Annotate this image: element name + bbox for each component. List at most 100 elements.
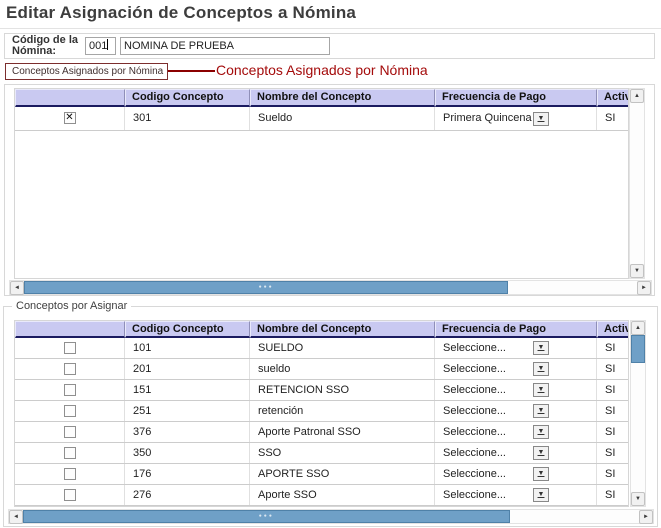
row-checkbox[interactable] (64, 342, 76, 354)
nombre-cell: SUELDO (250, 338, 435, 358)
scroll-thumb[interactable] (631, 335, 645, 363)
page-title: Editar Asignación de Conceptos a Nómina (6, 3, 356, 23)
frecuencia-cell: Seleccione... ▼ (435, 338, 597, 358)
combobox-value: Seleccione... (443, 464, 506, 484)
codigo-cell: 251 (125, 401, 250, 421)
nombre-cell: retención (250, 401, 435, 421)
scroll-left-button[interactable]: ◄ (10, 281, 24, 295)
nombre-cell: RETENCION SSO (250, 380, 435, 400)
select-cell: ✕ (15, 107, 125, 130)
header-activo: Activo (597, 89, 628, 107)
table-row: 376Aporte Patronal SSOSeleccione...▼SI (15, 422, 628, 443)
dropdown-arrow-icon[interactable]: ▼ (533, 425, 549, 439)
scroll-up-button[interactable]: ▲ (630, 89, 644, 103)
payroll-code-input[interactable]: 001 (85, 37, 116, 55)
frecuencia-combobox[interactable]: Primera Quincena▼ (443, 107, 549, 130)
scroll-down-button[interactable]: ▼ (630, 264, 644, 278)
row-checkbox[interactable] (64, 468, 76, 480)
frecuencia-combobox[interactable]: Seleccione...▼ (443, 401, 549, 421)
frecuencia-combobox[interactable]: Seleccione...▼ (443, 422, 549, 442)
combobox-value: Seleccione... (443, 338, 506, 358)
frecuencia-combobox[interactable]: Seleccione... ▼ (443, 338, 549, 358)
combobox-value: Seleccione... (443, 380, 506, 400)
frecuencia-cell: Seleccione...▼ (435, 422, 597, 442)
frecuencia-combobox[interactable]: Seleccione...▼ (443, 443, 549, 463)
header-codigo: Codigo Concepto (125, 89, 250, 107)
activo-cell: SI (597, 359, 628, 379)
vertical-scrollbar[interactable]: ▲ ▼ (629, 88, 645, 279)
row-checkbox[interactable] (64, 363, 76, 375)
scroll-thumb[interactable]: ●●● (23, 510, 510, 523)
text-caret (107, 39, 108, 50)
payroll-code-form: Código de la Nómina: 001 NOMINA DE PRUEB… (4, 33, 655, 59)
frecuencia-cell: Seleccione...▼ (435, 443, 597, 463)
vertical-scrollbar[interactable]: ▲ ▼ (630, 320, 646, 507)
activo-cell: SI (597, 464, 628, 484)
codigo-cell: 176 (125, 464, 250, 484)
table-row: 101SUELDOSeleccione...▼SI (15, 338, 628, 359)
row-checkbox[interactable] (64, 384, 76, 396)
down-arrow-icon: ▼ (635, 496, 641, 502)
frecuencia-cell: Seleccione...▼ (435, 401, 597, 421)
callout-connector-line (168, 70, 215, 72)
activo-cell: SI (597, 107, 628, 130)
grid-header-row: Codigo Concepto Nombre del Concepto Frec… (15, 89, 628, 107)
tab-conceptos-asignados[interactable]: Conceptos Asignados por Nómina (5, 63, 168, 80)
dropdown-arrow-icon[interactable]: ▼ (533, 383, 549, 397)
payroll-code-label: Código de la Nómina: (12, 35, 84, 57)
frecuencia-combobox[interactable]: Seleccione...▼ (443, 485, 549, 505)
up-arrow-icon: ▲ (634, 93, 640, 99)
scroll-track[interactable] (631, 335, 645, 492)
select-cell (15, 338, 125, 358)
dropdown-arrow-icon[interactable]: ▼ (533, 341, 549, 355)
scroll-right-button[interactable]: ► (639, 510, 653, 524)
select-cell (15, 401, 125, 421)
left-arrow-icon: ◄ (13, 514, 19, 520)
header-codigo: Codigo Concepto (125, 321, 250, 338)
select-cell (15, 443, 125, 463)
header-select (15, 321, 125, 338)
frecuencia-combobox[interactable]: Seleccione... ▼ (443, 380, 549, 400)
row-checkbox-checked[interactable]: ✕ (64, 112, 76, 124)
dropdown-arrow-icon[interactable]: ▼ (533, 467, 549, 481)
assigned-concepts-panel: Codigo Concepto Nombre del Concepto Frec… (4, 84, 655, 296)
frecuencia-combobox[interactable]: Seleccione... ▼ (443, 464, 549, 484)
scroll-down-button[interactable]: ▼ (631, 492, 645, 506)
dropdown-arrow-icon[interactable]: ▼ (533, 488, 549, 502)
scroll-thumb[interactable]: ●●● (24, 281, 508, 294)
frecuencia-cell: Seleccione... ▼ (435, 464, 597, 484)
table-row: 350SSOSeleccione...▼SI (15, 443, 628, 464)
scroll-left-button[interactable]: ◄ (9, 510, 23, 524)
grid-header-row: Codigo Concepto Nombre del Concepto Frec… (15, 321, 628, 338)
right-arrow-icon: ► (643, 514, 649, 520)
combobox-value: Seleccione... (443, 359, 506, 379)
frecuencia-combobox[interactable]: Seleccione... ▼ (443, 359, 549, 379)
codigo-cell: 276 (125, 485, 250, 505)
unassigned-concepts-fieldset: Conceptos por Asignar Codigo Concepto No… (3, 306, 658, 527)
row-checkbox[interactable] (64, 489, 76, 501)
nombre-cell: Aporte Patronal SSO (250, 422, 435, 442)
dropdown-arrow-icon[interactable]: ▼ (533, 404, 549, 418)
combobox-value: Primera Quincena (443, 107, 532, 130)
scroll-up-button[interactable]: ▲ (631, 321, 645, 335)
horizontal-scrollbar[interactable]: ◄ ●●● ► (9, 280, 652, 295)
scroll-track[interactable]: ●●● (24, 281, 637, 294)
payroll-name-input[interactable]: NOMINA DE PRUEBA (120, 37, 330, 55)
scroll-track[interactable] (630, 103, 644, 264)
assigned-concepts-grid: Codigo Concepto Nombre del Concepto Frec… (14, 88, 629, 279)
dropdown-arrow-icon[interactable]: ▼ (533, 362, 549, 376)
dropdown-arrow-icon[interactable]: ▼ (533, 112, 549, 126)
frecuencia-cell: Seleccione...▼ (435, 485, 597, 505)
scroll-track[interactable]: ●●● (23, 510, 639, 523)
horizontal-scrollbar[interactable]: ◄ ●●● ► (8, 509, 654, 524)
down-arrow-icon: ▼ (634, 268, 640, 274)
thumb-grip-icon: ●●● (259, 514, 274, 519)
row-checkbox[interactable] (64, 405, 76, 417)
unassigned-rows: 101SUELDOSeleccione...▼SI201sueldoSelecc… (15, 338, 628, 506)
nombre-cell: Sueldo (250, 107, 435, 130)
table-row: 251retenciónSeleccione...▼SI (15, 401, 628, 422)
row-checkbox[interactable] (64, 447, 76, 459)
dropdown-arrow-icon[interactable]: ▼ (533, 446, 549, 460)
row-checkbox[interactable] (64, 426, 76, 438)
scroll-right-button[interactable]: ► (637, 281, 651, 295)
